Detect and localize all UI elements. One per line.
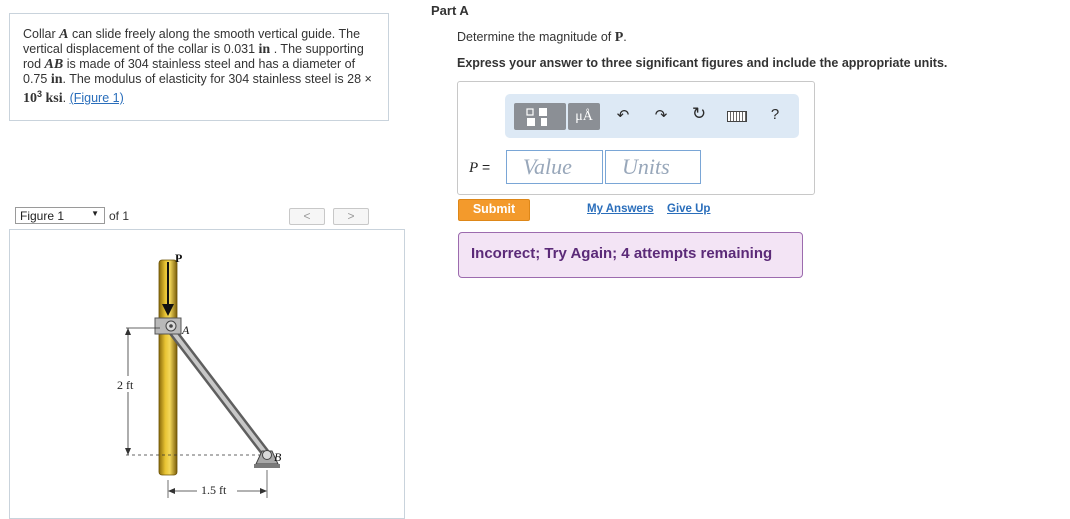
width-label: 1.5 ft — [201, 483, 227, 497]
give-up-link[interactable]: Give Up — [667, 203, 710, 215]
arrow-up-icon — [125, 328, 131, 335]
undo-icon[interactable]: ↶ — [611, 106, 635, 124]
units-icon: μÅ — [575, 109, 593, 124]
units-button[interactable]: μÅ — [568, 103, 600, 130]
pin-a-center — [169, 324, 173, 328]
chevron-right-icon: > — [347, 209, 355, 223]
units-placeholder: Units — [622, 154, 670, 179]
question-text: Determine the magnitude of — [457, 30, 615, 44]
unit-in: in — [50, 72, 63, 87]
question-var: P — [614, 30, 624, 45]
math-toolbar: μÅ ↶ ↷ ↻ ? — [505, 94, 799, 138]
label-b: B — [274, 450, 282, 464]
arrow-left-icon — [168, 488, 175, 494]
figure-select[interactable]: Figure 1 ▼ — [15, 207, 105, 224]
feedback-message: Incorrect; Try Again; 4 attempts remaini… — [458, 232, 803, 278]
keyboard-icon[interactable] — [727, 111, 747, 122]
value-placeholder: Value — [523, 154, 572, 179]
submit-button[interactable]: Submit — [458, 199, 530, 221]
rod-ab-highlight — [168, 326, 269, 457]
unit-in: in — [258, 42, 271, 57]
figure-select-value: Figure 1 — [20, 209, 65, 223]
prev-figure-button[interactable]: < — [289, 208, 325, 225]
figure-panel: 2 ft 1.5 ft P A B — [9, 229, 405, 519]
figure-count: of 1 — [109, 209, 130, 223]
templates-icon — [526, 108, 547, 126]
label-a: A — [181, 323, 190, 337]
help-icon[interactable]: ? — [763, 106, 787, 123]
problem-text: . The modulus of elasticity for 304 stai… — [62, 72, 372, 86]
answer-var: P — [469, 160, 479, 176]
problem-text: Collar — [23, 27, 60, 41]
question: Determine the magnitude of P. — [457, 30, 627, 46]
templates-button[interactable] — [514, 103, 566, 130]
var-ab: AB — [44, 57, 64, 72]
power-base: 10 — [23, 91, 37, 107]
arrow-right-icon — [260, 488, 267, 494]
problem-statement: Collar A can slide freely along the smoo… — [9, 13, 389, 121]
label-p: P — [175, 251, 182, 265]
question-text: . — [623, 30, 627, 44]
support-b-base — [254, 464, 280, 468]
power-exp: 3 — [37, 89, 43, 99]
redo-icon[interactable]: ↷ — [649, 106, 673, 124]
chevron-left-icon: < — [303, 209, 311, 223]
unit-ksi: ksi — [45, 91, 63, 107]
figure-link[interactable]: (Figure 1) — [70, 91, 124, 105]
next-figure-button[interactable]: > — [333, 208, 369, 225]
figure-drawing: 2 ft 1.5 ft P A B — [114, 251, 282, 498]
instruction: Express your answer to three significant… — [457, 56, 948, 70]
part-title: Part A — [431, 3, 469, 18]
my-answers-link[interactable]: My Answers — [587, 203, 654, 215]
chevron-down-icon: ▼ — [91, 209, 99, 218]
problem-text: . — [62, 91, 70, 106]
arrow-down-icon — [125, 448, 131, 455]
reset-icon[interactable]: ↻ — [687, 104, 711, 124]
value-input[interactable]: Value — [506, 150, 603, 184]
height-label: 2 ft — [117, 378, 134, 392]
equals-sign: = — [478, 159, 491, 175]
pin-b-icon — [262, 450, 272, 460]
answer-label: P = — [469, 159, 490, 177]
units-input[interactable]: Units — [605, 150, 701, 184]
